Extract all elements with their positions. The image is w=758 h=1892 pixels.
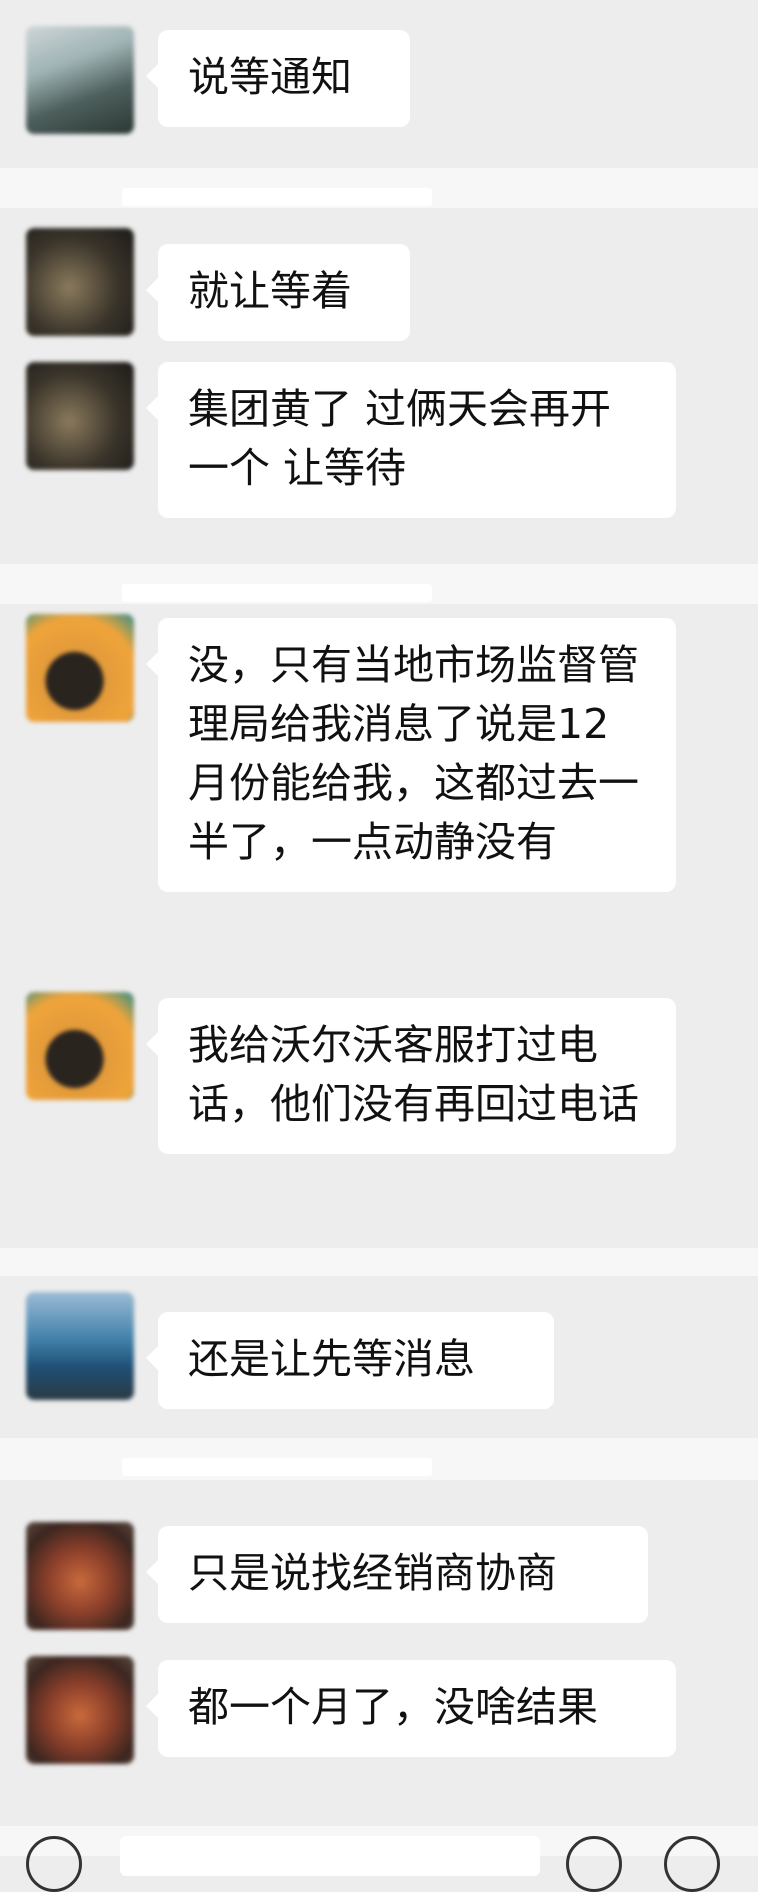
avatar[interactable] [26, 614, 134, 722]
message-bubble[interactable]: 说等通知 [146, 30, 410, 127]
divider-bar [122, 188, 432, 206]
message-bubble[interactable]: 没，只有当地市场监督管理局给我消息了说是12月份能给我，这都过去一半了，一点动静… [146, 618, 676, 892]
avatar[interactable] [26, 228, 134, 336]
screenshot-divider [0, 168, 758, 208]
divider-bar [122, 584, 432, 602]
avatar[interactable] [26, 1656, 134, 1764]
voice-icon[interactable] [26, 1836, 82, 1892]
message-bubble[interactable]: 还是让先等消息 [146, 1312, 554, 1409]
avatar[interactable] [26, 362, 134, 470]
avatar[interactable] [26, 1522, 134, 1630]
avatar[interactable] [26, 992, 134, 1100]
message-bubble[interactable]: 我给沃尔沃客服打过电话，他们没有再回过电话 [146, 998, 676, 1154]
add-icon[interactable] [664, 1836, 720, 1892]
message-bubble[interactable]: 集团黄了 过俩天会再开一个 让等待 [146, 362, 676, 518]
chat-panel-2: 就让等着 集团黄了 过俩天会再开一个 让等待 [0, 208, 758, 564]
screenshot-divider [0, 564, 758, 604]
screenshot-divider [0, 1438, 758, 1480]
avatar[interactable] [26, 1292, 134, 1400]
emoji-icon[interactable] [566, 1836, 622, 1892]
divider-bar [122, 1458, 432, 1476]
message-bubble[interactable]: 都一个月了，没啥结果 [146, 1660, 676, 1757]
message-input[interactable] [120, 1836, 540, 1876]
input-toolbar [0, 1826, 758, 1892]
chat-panel-4: 还是让先等消息 [0, 1276, 758, 1438]
chat-panel-1: 说等通知 [0, 0, 758, 168]
message-bubble[interactable]: 只是说找经销商协商 [146, 1526, 648, 1623]
chat-panel-3: 没，只有当地市场监督管理局给我消息了说是12月份能给我，这都过去一半了，一点动静… [0, 604, 758, 1248]
avatar[interactable] [26, 26, 134, 134]
chat-panel-5: 只是说找经销商协商 都一个月了，没啥结果 [0, 1480, 758, 1826]
screenshot-divider [0, 1248, 758, 1276]
message-bubble[interactable]: 就让等着 [146, 244, 410, 341]
